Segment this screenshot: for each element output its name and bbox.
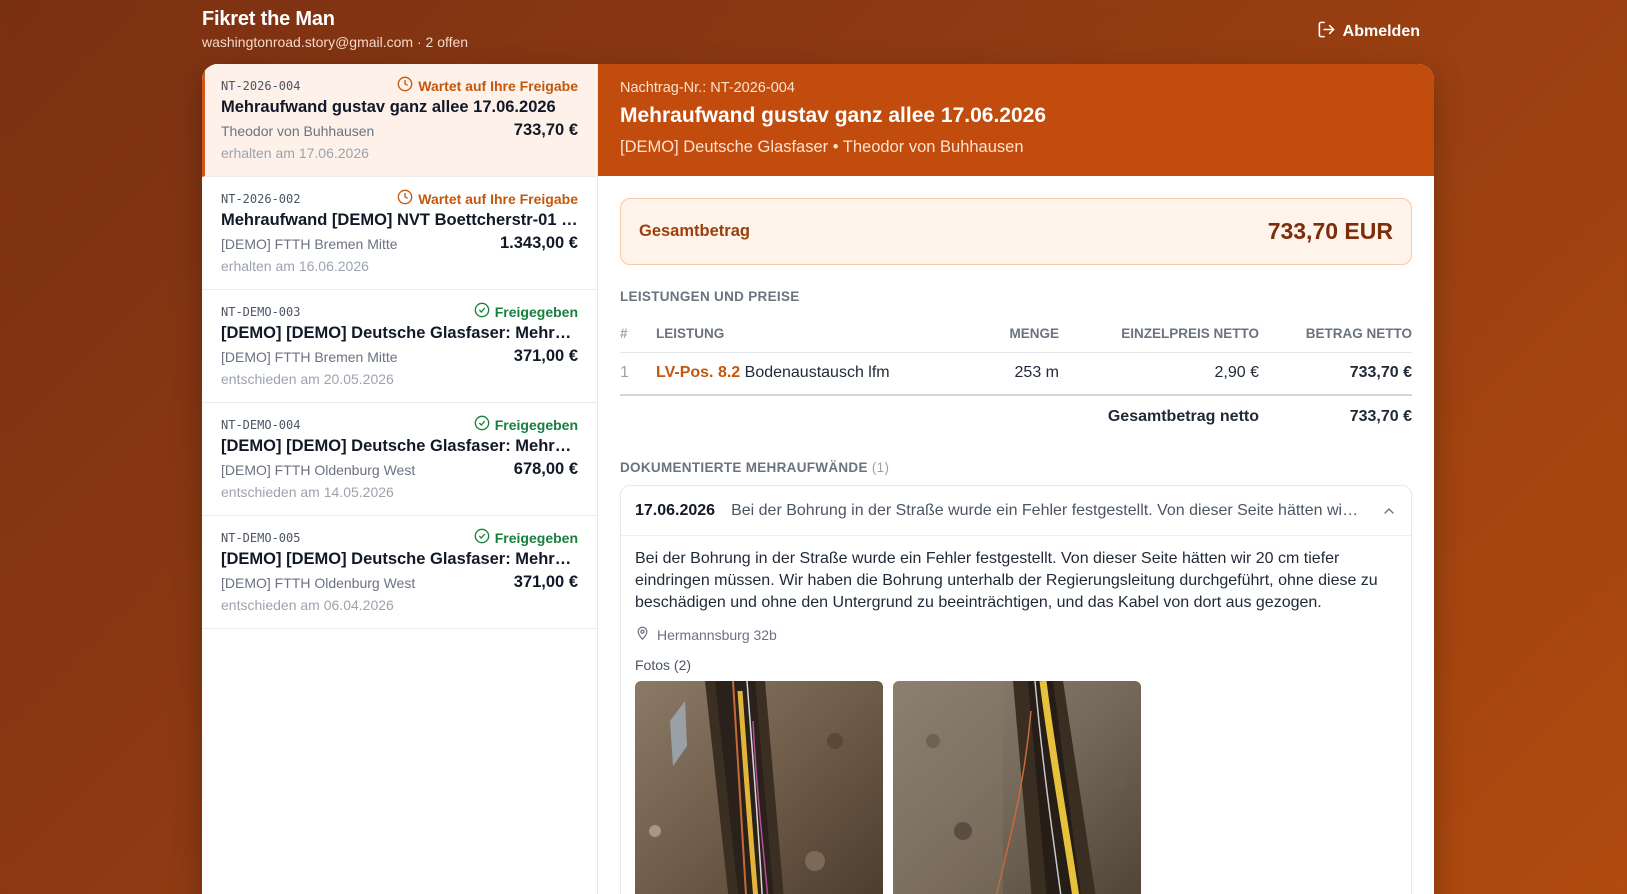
logout-icon [1317,20,1336,44]
main-card: NT-2026-004 Wartet auf Ihre Freigabe Meh… [202,64,1434,894]
status-label: Wartet auf Ihre Freigabe [418,77,578,94]
item-title: Mehraufwand [DEMO] NVT Boettcherstr-01 2… [221,211,578,229]
doc-snippet: Bei der Bohrung in der Straße wurde ein … [731,501,1361,519]
status-badge: Wartet auf Ihre Freigabe [397,189,578,208]
item-number: NT-DEMO-005 [221,531,301,545]
sum-label: Gesamtbetrag netto [1107,408,1259,425]
check-circle-icon [474,415,490,434]
logout-button[interactable]: Abmelden [1317,20,1420,44]
list-item[interactable]: NT-DEMO-005 Freigegeben [DEMO] [DEMO] De… [202,516,597,629]
services-heading: LEISTUNGEN UND PREISE [620,289,800,304]
doc-text: Bei der Bohrung in der Straße wurde ein … [635,550,1378,611]
user-subtitle: washingtonroad.story@gmail.com · 2 offen [202,34,469,50]
item-date: erhalten am 16.06.2026 [221,258,369,274]
doc-entry: 17.06.2026 Bei der Bohrung in der Straße… [620,485,1412,894]
status-label: Freigegeben [494,529,578,546]
table-row: 1 LV-Pos. 8.2 Bodenaustausch lfm 253 m 2… [620,352,1412,396]
photo-gallery [621,681,1411,894]
user-name: Fikret the Man [202,8,335,30]
location-label: Hermannsburg 32b [657,627,777,643]
row-service: LV-Pos. 8.2 Bodenaustausch lfm [656,352,959,396]
total-summary: Gesamtbetrag 733,70 EUR [620,198,1412,265]
docs-count: (1) [871,460,890,475]
col-unit-price: EINZELPREIS NETTO [1059,318,1259,353]
photo-thumbnail[interactable] [635,681,883,894]
logout-label: Abmelden [1342,23,1420,40]
status-label: Freigegeben [494,416,578,433]
item-title: [DEMO] [DEMO] Deutsche Glasfaser: Mehrau… [221,324,578,342]
item-number: NT-DEMO-003 [221,305,301,319]
item-title: [DEMO] [DEMO] Deutsche Glasfaser: Mehrau… [221,550,578,568]
service-name: Bodenaustausch lfm [744,364,890,381]
detail-title: Mehraufwand gustav ganz allee 17.06.2026 [620,104,1047,127]
nachtrag-list: NT-2026-004 Wartet auf Ihre Freigabe Meh… [202,64,598,894]
total-value: 733,70 EUR [1267,218,1393,244]
doc-date: 17.06.2026 [635,501,716,519]
detail-number: Nachtrag-Nr.: NT-2026-004 [620,80,795,96]
check-circle-icon [474,528,490,547]
item-date: entschieden am 06.04.2026 [221,597,394,613]
item-subtitle: [DEMO] FTTH Oldenburg West [221,462,416,478]
col-index: # [620,318,656,353]
item-subtitle: [DEMO] FTTH Bremen Mitte [221,236,398,252]
trench-photo-image [635,681,883,894]
detail-body: Gesamtbetrag 733,70 EUR LEISTUNGEN UND P… [598,176,1434,894]
trench-photo-image [893,681,1141,894]
list-item[interactable]: NT-DEMO-004 Freigegeben [DEMO] [DEMO] De… [202,403,597,516]
col-quantity: MENGE [959,318,1059,353]
detail-panel: Nachtrag-Nr.: NT-2026-004 Mehraufwand gu… [598,64,1434,894]
item-date: entschieden am 14.05.2026 [221,484,394,500]
map-pin-icon [635,626,650,644]
status-badge: Freigegeben [474,528,578,547]
list-item[interactable]: NT-2026-002 Wartet auf Ihre Freigabe Meh… [202,177,597,290]
status-label: Wartet auf Ihre Freigabe [418,190,578,207]
status-badge: Freigegeben [474,415,578,434]
item-date: erhalten am 17.06.2026 [221,145,369,161]
item-amount: 1.343,00 € [500,234,578,252]
item-subtitle: [DEMO] FTTH Oldenburg West [221,575,416,591]
row-quantity: 253 m [959,352,1059,396]
row-index: 1 [620,352,656,396]
list-item[interactable]: NT-DEMO-003 Freigegeben [DEMO] [DEMO] De… [202,290,597,403]
item-amount: 371,00 € [513,347,578,365]
photo-thumbnail[interactable] [893,681,1141,894]
item-amount: 678,00 € [513,460,578,478]
col-service: LEISTUNG [656,318,959,353]
item-date: entschieden am 20.05.2026 [221,371,394,387]
check-circle-icon [474,302,490,321]
status-badge: Wartet auf Ihre Freigabe [397,76,578,95]
total-label: Gesamtbetrag [639,222,750,240]
item-subtitle: Theodor von Buhhausen [221,123,375,139]
item-subtitle: [DEMO] FTTH Bremen Mitte [221,349,398,365]
item-number: NT-2026-002 [221,192,301,206]
chevron-up-icon[interactable] [1381,503,1397,519]
photos-label: Fotos (2) [635,657,692,673]
clock-icon [397,76,413,95]
item-title: Mehraufwand gustav ganz allee 17.06.2026 [221,98,556,116]
status-label: Freigegeben [494,303,578,320]
item-title: [DEMO] [DEMO] Deutsche Glasfaser: Mehrau… [221,437,578,455]
services-table: # LEISTUNG MENGE EINZELPREIS NETTO BETRA… [620,318,1412,438]
doc-location: Hermannsburg 32b [621,626,1411,644]
list-item[interactable]: NT-2026-004 Wartet auf Ihre Freigabe Meh… [202,64,597,177]
row-unit-price: 2,90 € [1059,352,1259,396]
item-number: NT-2026-004 [221,79,301,93]
docs-heading-label: DOKUMENTIERTE MEHRAUFWÄNDE [620,460,868,475]
table-sum-row: Gesamtbetrag netto 733,70 € [620,395,1412,438]
col-amount: BETRAG NETTO [1259,318,1412,353]
clock-icon [397,189,413,208]
item-amount: 371,00 € [513,573,578,591]
docs-heading: DOKUMENTIERTE MEHRAUFWÄNDE (1) [620,460,1412,475]
doc-entry-header[interactable]: 17.06.2026 Bei der Bohrung in der Straße… [621,486,1411,536]
status-badge: Freigegeben [474,302,578,321]
detail-header: Nachtrag-Nr.: NT-2026-004 Mehraufwand gu… [598,64,1434,176]
item-number: NT-DEMO-004 [221,418,301,432]
item-amount: 733,70 € [513,121,578,139]
sum-value: 733,70 € [1349,408,1412,425]
row-amount: 733,70 € [1259,352,1412,396]
lv-position: LV-Pos. 8.2 [656,364,741,381]
detail-meta: [DEMO] Deutsche Glasfaser • Theodor von … [620,138,1024,156]
top-bar: Fikret the Man washingtonroad.story@gmai… [202,8,1434,58]
